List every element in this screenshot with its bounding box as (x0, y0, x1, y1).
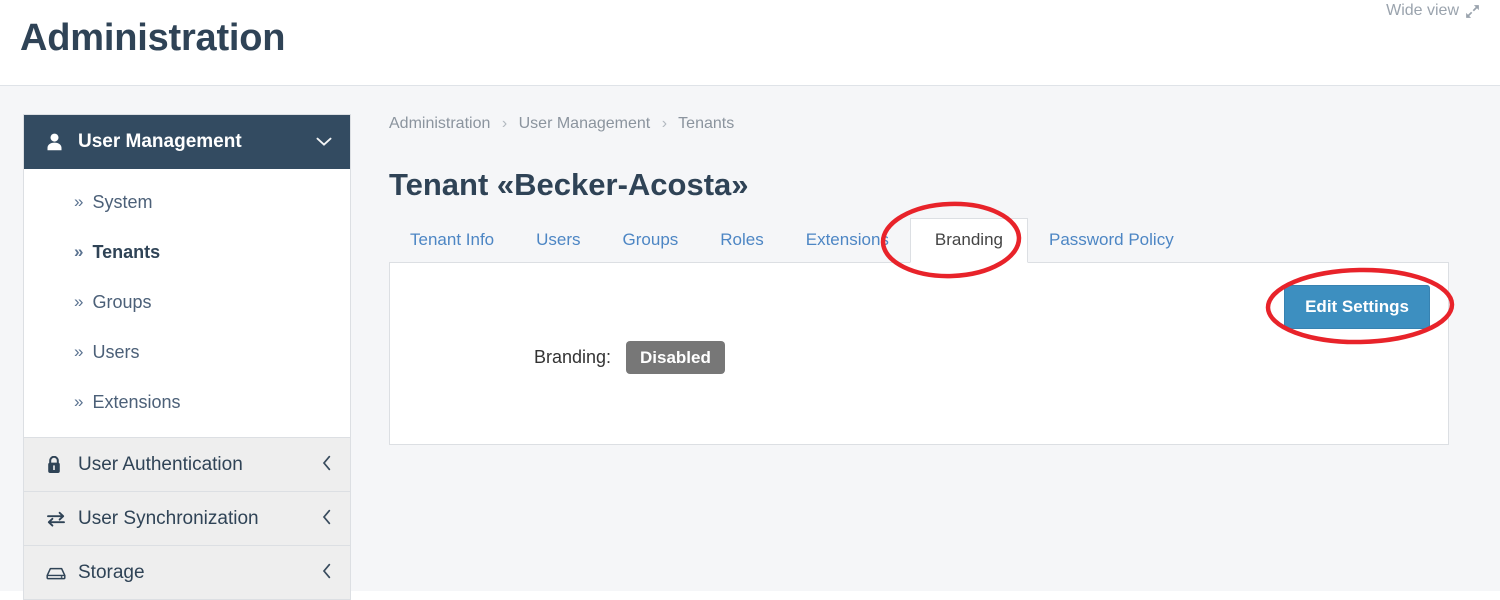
sidebar-item-tenants[interactable]: » Tenants (24, 227, 350, 277)
sidebar-item-label: Users (92, 341, 140, 362)
breadcrumb: Administration › User Management › Tenan… (389, 115, 734, 133)
sidebar-section-user-synchronization[interactable]: User Synchronization (24, 491, 350, 545)
breadcrumb-item-tenants[interactable]: Tenants (678, 115, 734, 132)
double-chevron-right-icon: » (74, 392, 84, 411)
branding-panel: Edit Settings Branding: Disabled (389, 263, 1449, 445)
content-title: Tenant «Becker-Acosta» (389, 166, 749, 202)
breadcrumb-separator: › (661, 115, 668, 132)
sidebar-item-label: Extensions (92, 391, 181, 412)
double-chevron-right-icon: » (74, 342, 84, 361)
exchange-arrows-icon (46, 511, 70, 527)
lock-icon (46, 455, 70, 474)
chevron-left-icon[interactable] (322, 563, 332, 583)
branding-field-label: Branding: (533, 347, 611, 367)
double-chevron-right-icon: » (74, 192, 84, 211)
sidebar-item-system[interactable]: » System (24, 177, 350, 227)
sidebar-item-extensions[interactable]: » Extensions (24, 377, 350, 427)
status-badge: Disabled (626, 341, 725, 374)
chevron-down-icon[interactable] (316, 134, 332, 151)
expand-arrows-icon (1465, 4, 1480, 19)
sidebar-section-label: User Synchronization (78, 507, 259, 529)
double-chevron-right-icon: » (74, 242, 84, 261)
breadcrumb-separator: › (501, 115, 508, 132)
tab-bar: Tenant Info Users Groups Roles Extension… (389, 218, 1449, 263)
sidebar-subitem-list: » System » Tenants » Groups » Users » Ex… (24, 169, 350, 437)
tab-password-policy[interactable]: Password Policy (1028, 218, 1195, 263)
sidebar-item-groups[interactable]: » Groups (24, 277, 350, 327)
edit-settings-button[interactable]: Edit Settings (1284, 285, 1430, 329)
branding-field-row: Branding: Disabled (390, 341, 1448, 374)
breadcrumb-item-user-management[interactable]: User Management (519, 115, 651, 132)
breadcrumb-item-administration[interactable]: Administration (389, 115, 490, 132)
sidebar-item-label: System (92, 191, 153, 212)
tab-users[interactable]: Users (515, 218, 601, 263)
wide-view-label: Wide view (1386, 2, 1459, 19)
double-chevron-right-icon: » (74, 292, 84, 311)
tab-branding[interactable]: Branding (909, 218, 1028, 263)
tab-extensions[interactable]: Extensions (785, 218, 910, 263)
page-body: User Management » System » Tenants » Gro… (0, 86, 1500, 600)
chevron-left-icon[interactable] (322, 455, 332, 475)
sidebar-item-users[interactable]: » Users (24, 327, 350, 377)
user-icon (46, 133, 70, 151)
sidebar-section-label: Storage (78, 561, 145, 583)
wide-view-toggle[interactable]: Wide view (1386, 2, 1480, 20)
sidebar-nav: User Management » System » Tenants » Gro… (23, 114, 351, 600)
top-header-bar: Administration Wide view (0, 0, 1500, 86)
sidebar-section-label: User Management (78, 131, 242, 152)
sidebar-section-user-management[interactable]: User Management (24, 115, 350, 169)
tab-roles[interactable]: Roles (699, 218, 784, 263)
sidebar-item-label: Groups (92, 291, 152, 312)
sidebar-section-user-authentication[interactable]: User Authentication (24, 437, 350, 491)
sidebar-section-label: User Authentication (78, 453, 243, 475)
chevron-left-icon[interactable] (322, 509, 332, 529)
hard-drive-icon (46, 566, 70, 580)
page-title: Administration (20, 17, 286, 59)
sidebar-item-label: Tenants (92, 241, 161, 262)
tab-groups[interactable]: Groups (602, 218, 700, 263)
tab-tenant-info[interactable]: Tenant Info (389, 218, 515, 263)
